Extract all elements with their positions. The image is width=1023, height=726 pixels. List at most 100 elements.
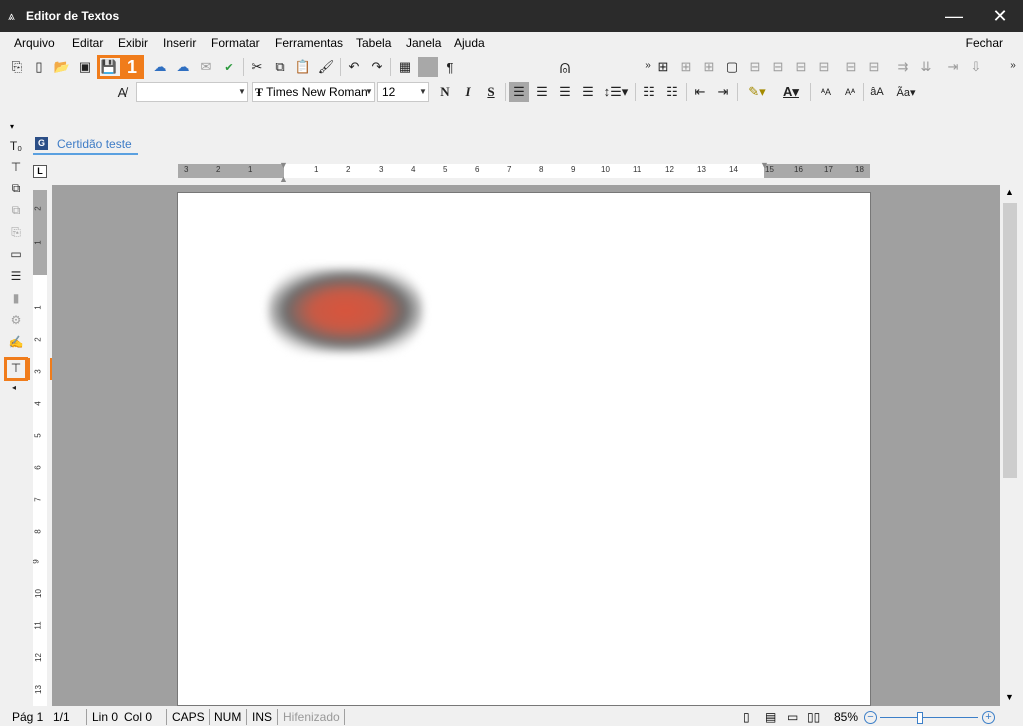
- cloud-download-icon[interactable]: ☁: [173, 57, 193, 77]
- field-insert-icon[interactable]: T₀: [7, 137, 25, 155]
- table-icon[interactable]: ▦: [395, 57, 415, 77]
- style-icon[interactable]: A̸: [112, 82, 132, 102]
- first-line-indent-marker[interactable]: ▼: [279, 160, 288, 170]
- font-select[interactable]: Ŧ Times New Roman ▼: [252, 82, 375, 102]
- table-outer-border-icon[interactable]: ▢: [722, 57, 742, 77]
- increase-indent-icon[interactable]: ⇥: [713, 82, 733, 102]
- insert-row-below-icon[interactable]: ⊟: [814, 57, 834, 77]
- ruler-tick: 2: [346, 165, 351, 174]
- bell-icon[interactable]: ⍝: [555, 57, 575, 77]
- mail-icon[interactable]: ✉: [196, 57, 216, 77]
- certificate-icon[interactable]: ⚙: [7, 311, 25, 329]
- left-indent-marker[interactable]: ▲: [279, 174, 288, 184]
- comment-icon[interactable]: ▭: [7, 245, 25, 263]
- page-view-icon[interactable]: ▯: [740, 708, 753, 726]
- table-insert-icon[interactable]: ⊞: [676, 57, 696, 77]
- web-layout-icon[interactable]: ▭: [784, 708, 801, 726]
- menu-tabela[interactable]: Tabela: [356, 36, 391, 50]
- insert-column-right-icon[interactable]: ⊟: [768, 57, 788, 77]
- signature-icon[interactable]: ✍: [7, 333, 25, 351]
- ruler-tick: 11: [33, 621, 43, 630]
- document-list-icon[interactable]: ☰: [7, 267, 25, 285]
- print-layout-icon[interactable]: ▤: [762, 708, 779, 726]
- ruler-tick: 2: [33, 206, 43, 211]
- menu-ferramentas[interactable]: Ferramentas: [275, 36, 343, 50]
- document-page[interactable]: [177, 192, 871, 706]
- highlight-color-icon[interactable]: ✎▾: [742, 82, 772, 102]
- format-paint-icon[interactable]: ⊤: [7, 158, 25, 176]
- zoom-in-icon[interactable]: +: [982, 711, 995, 724]
- distribute-rows-icon[interactable]: ⇩: [966, 57, 986, 77]
- ruler-tick: 10: [601, 165, 610, 174]
- align-right-icon[interactable]: ☰: [555, 82, 575, 102]
- table-inner-borders-icon[interactable]: ⊞: [699, 57, 719, 77]
- menu-arquivo[interactable]: Arquivo: [14, 36, 55, 50]
- fechar-button[interactable]: Fechar: [966, 36, 1003, 50]
- scroll-up-icon[interactable]: ▲: [1005, 187, 1014, 197]
- menu-janela[interactable]: Janela: [406, 36, 441, 50]
- menu-inserir[interactable]: Inserir: [163, 36, 196, 50]
- numbered-list-icon[interactable]: ☷: [662, 82, 682, 102]
- font-color-icon[interactable]: A▾: [776, 82, 806, 102]
- insert-column-left-icon[interactable]: ⊟: [745, 57, 765, 77]
- pages-icon[interactable]: ⧉: [7, 201, 25, 219]
- two-page-icon[interactable]: ▯▯: [804, 708, 823, 726]
- zoom-slider[interactable]: [880, 717, 978, 718]
- scroll-down-icon[interactable]: ▼: [1005, 692, 1014, 702]
- zoom-out-icon[interactable]: −: [864, 711, 877, 724]
- undo-icon[interactable]: ↶: [344, 57, 364, 77]
- paragraph-marks-icon[interactable]: ¶: [440, 57, 460, 77]
- underline-button[interactable]: S: [481, 82, 501, 102]
- style-select[interactable]: ▼: [136, 82, 248, 102]
- format-brush-icon[interactable]: 🖌: [316, 57, 336, 77]
- menu-exibir[interactable]: Exibir: [118, 36, 148, 50]
- grow-font-icon[interactable]: ᴬA: [815, 82, 837, 102]
- paste-icon[interactable]: 📋: [293, 57, 313, 77]
- split-cells-icon[interactable]: ⊟: [864, 57, 884, 77]
- align-left-icon[interactable]: ☰: [509, 82, 529, 102]
- line-spacing-icon[interactable]: ↕☰▾: [601, 82, 631, 102]
- zoom-slider-thumb[interactable]: [917, 712, 923, 724]
- bold-button[interactable]: N: [435, 82, 455, 102]
- open-folder-icon[interactable]: 📂: [52, 57, 72, 77]
- menu-formatar[interactable]: Formatar: [211, 36, 260, 50]
- right-indent-marker[interactable]: ▼: [760, 160, 769, 170]
- align-justify-icon[interactable]: ☰: [578, 82, 598, 102]
- italic-button[interactable]: I: [458, 82, 478, 102]
- bullet-list-icon[interactable]: ☷: [639, 82, 659, 102]
- menu-ajuda[interactable]: Ajuda: [454, 36, 485, 50]
- cloud-upload-icon[interactable]: ☁: [150, 57, 170, 77]
- copy-doc-icon[interactable]: ⎘: [7, 223, 25, 241]
- new-document-icon[interactable]: ▯: [29, 57, 49, 77]
- vertical-ruler[interactable]: 2 1 1 2 3 4 5 6 7 8 9 10 11 12 13: [33, 190, 47, 706]
- font-size-select[interactable]: 12 ▼: [377, 82, 429, 102]
- insert-row-above-icon[interactable]: ⊟: [791, 57, 811, 77]
- tab-certidao-teste[interactable]: Certidão teste: [33, 135, 138, 155]
- templates-icon[interactable]: ⧉: [7, 179, 25, 197]
- align-center-icon[interactable]: ☰: [532, 82, 552, 102]
- change-case-icon[interactable]: âA: [867, 82, 887, 102]
- distribute-columns-icon[interactable]: ⇥: [943, 57, 963, 77]
- table-borders-icon[interactable]: ⊞: [653, 57, 673, 77]
- close-window-button[interactable]: ✕: [977, 0, 1023, 32]
- spellcheck-icon[interactable]: ✔: [219, 57, 239, 77]
- delete-column-icon[interactable]: ⇉: [893, 57, 913, 77]
- redo-icon[interactable]: ↷: [367, 57, 387, 77]
- shading-icon[interactable]: [418, 57, 438, 77]
- page-icon[interactable]: ▮: [7, 289, 25, 307]
- cut-icon[interactable]: ✂: [247, 57, 267, 77]
- tab-stop-selector[interactable]: L: [33, 165, 47, 178]
- new-template-icon[interactable]: ⎘: [7, 57, 27, 77]
- menu-editar[interactable]: Editar: [72, 36, 103, 50]
- minimize-button[interactable]: —: [931, 0, 977, 32]
- scrollbar-thumb[interactable]: [1003, 203, 1017, 478]
- overflow-chevron-right-icon[interactable]: »: [1003, 55, 1023, 75]
- char-spacing-icon[interactable]: Ãa▾: [891, 82, 921, 102]
- decrease-indent-icon[interactable]: ⇤: [690, 82, 710, 102]
- separator: [863, 83, 864, 101]
- copy-icon[interactable]: ⧉: [270, 57, 290, 77]
- shrink-font-icon[interactable]: Aᴬ: [839, 82, 861, 102]
- merge-cells-icon[interactable]: ⊟: [841, 57, 861, 77]
- delete-row-icon[interactable]: ⇊: [916, 57, 936, 77]
- open-recent-icon[interactable]: ▣: [75, 57, 95, 77]
